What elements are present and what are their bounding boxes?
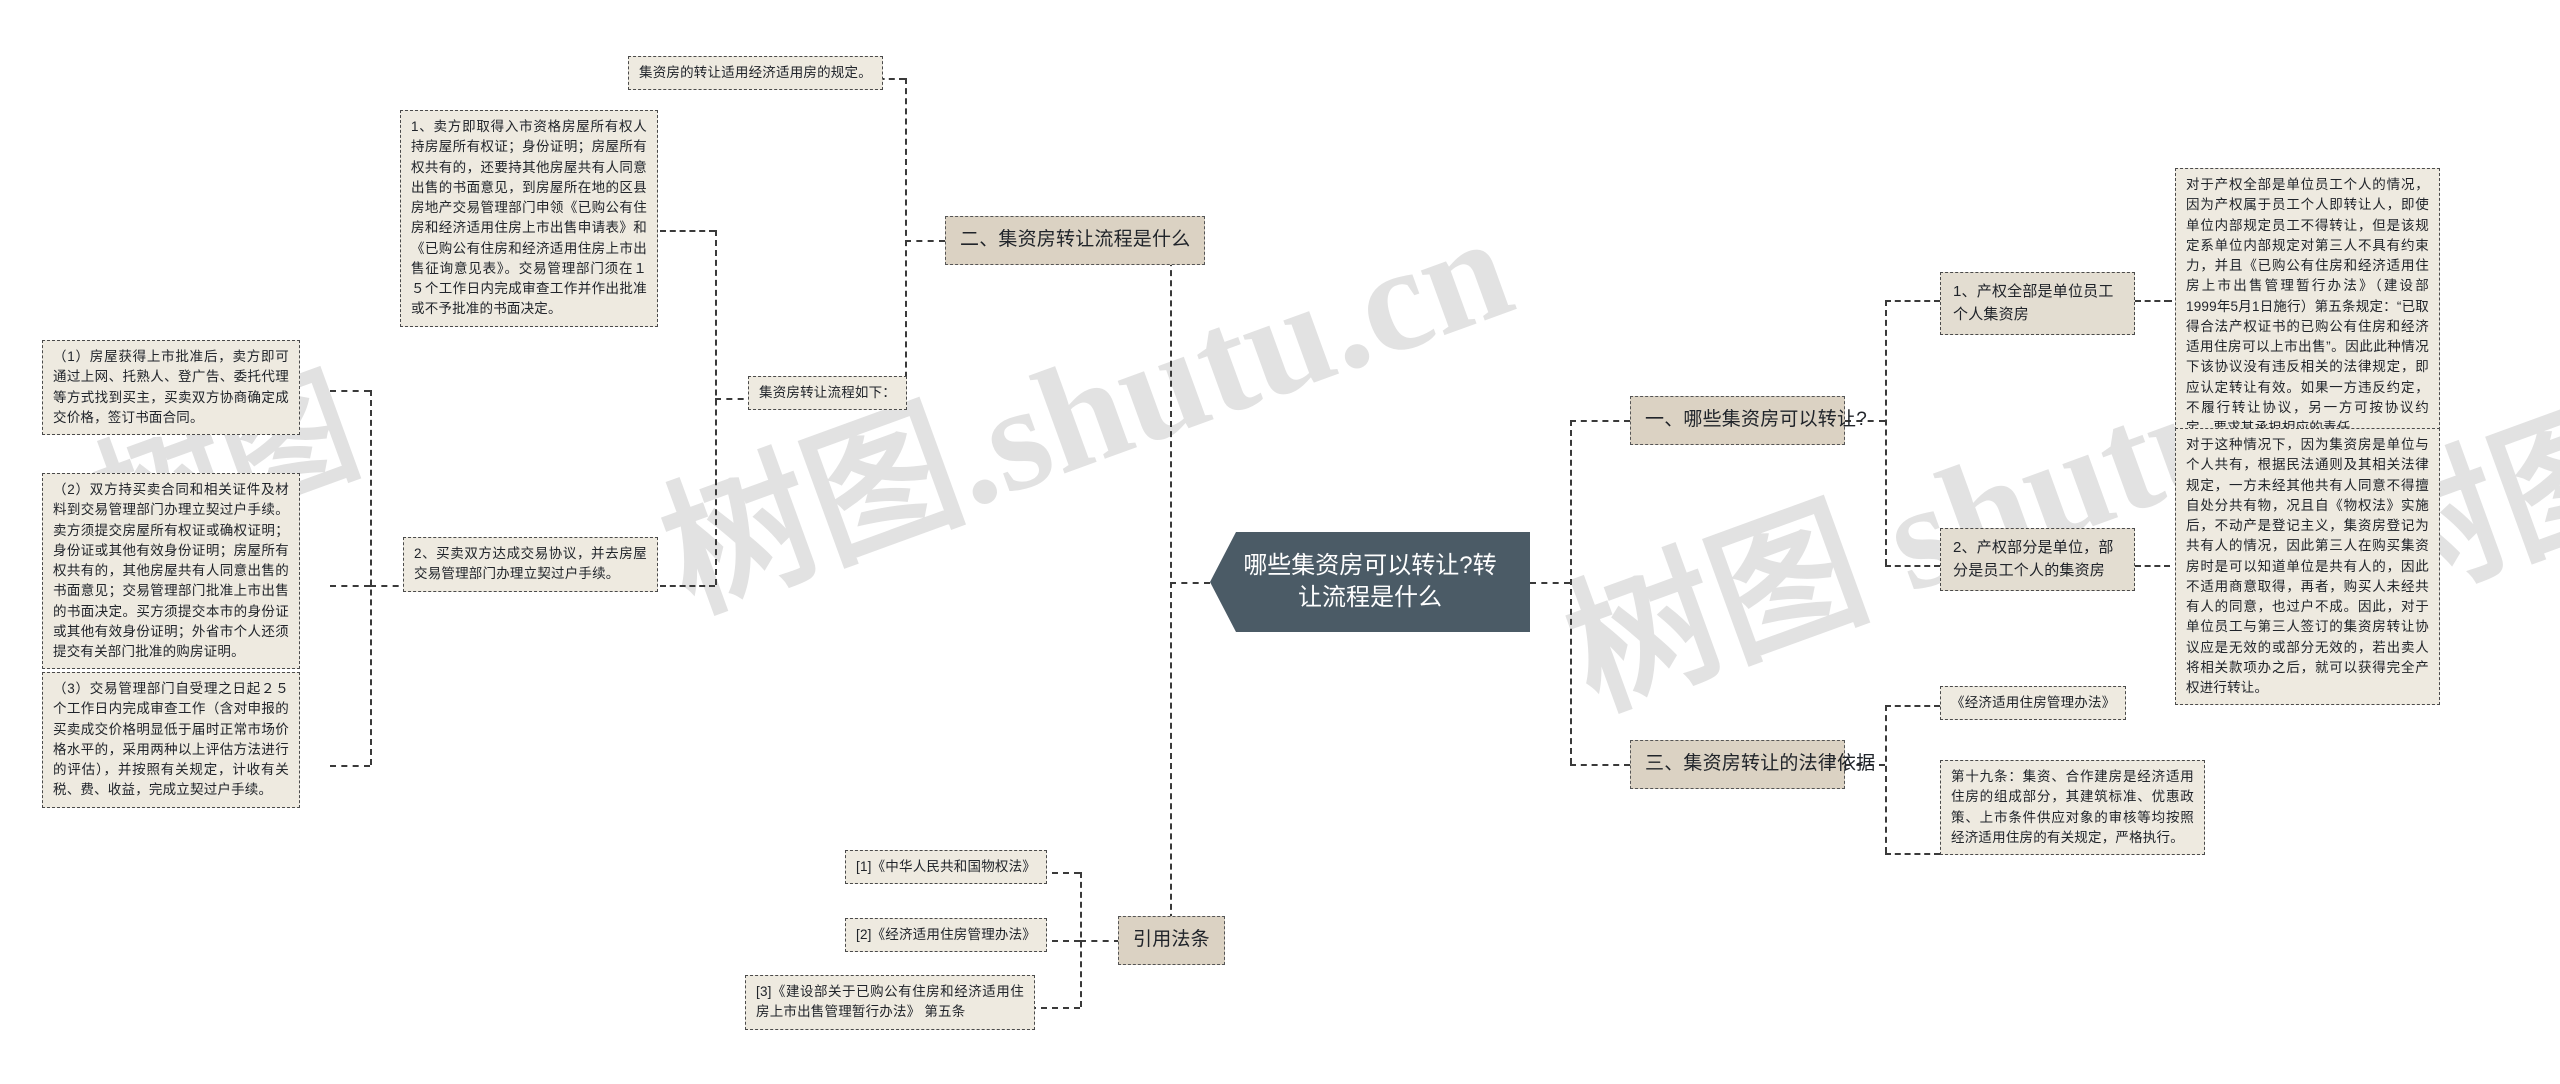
leaf-text: （3）交易管理部门自受理之日起２５个工作日内完成审查工作（含对申报的买卖成交价格… xyxy=(53,681,289,798)
subnode-right-1-1[interactable]: 1、产权全部是单位员工个人集资房 xyxy=(1940,272,2135,335)
leaf-text: 对于产权全部是单位员工个人的情况，因为产权属于员工个人即转让人，即使单位内部规定… xyxy=(2186,177,2429,435)
leaf-step-2-sub-3[interactable]: （3）交易管理部门自受理之日起２５个工作日内完成审查工作（含对申报的买卖成交价格… xyxy=(42,672,300,808)
leaf-text: 第十九条：集资、合作建房是经济适用住房的组成部分，其建筑标准、优惠政策、上市条件… xyxy=(1951,769,2194,845)
subnode-right-1-2[interactable]: 2、产权部分是单位，部分是员工个人的集资房 xyxy=(1940,528,2135,591)
branch-node-right-3[interactable]: 三、集资房转让的法律依据 xyxy=(1630,740,1875,789)
leaf-step-2[interactable]: 2、买卖双方达成交易协议，并去房屋交易管理部门办理立契过户手续。 xyxy=(403,537,658,592)
leaf-text: 集资房转让流程如下： xyxy=(759,385,896,400)
leaf-reference-1[interactable]: [1]《中华人民共和国物权法》 xyxy=(845,850,1048,885)
leaf-text: 1、卖方即取得入市资格房屋所有权人持房屋所有权证；身份证明；房屋所有权共有的，还… xyxy=(411,119,647,317)
leaf-step-1[interactable]: 1、卖方即取得入市资格房屋所有权人持房屋所有权证；身份证明；房屋所有权共有的，还… xyxy=(400,110,658,327)
root-label: 哪些集资房可以转让?转让流程是什么 xyxy=(1243,551,1497,611)
leaf-text: （2）双方持买卖合同和相关证件及材料到交易管理部门办理立契过户手续。卖方须提交房… xyxy=(53,482,289,659)
leaf-reference-2[interactable]: [2]《经济适用住房管理办法》 xyxy=(845,918,1048,953)
leaf-text: （1）房屋获得上市批准后，卖方即可通过上网、托熟人、登广告、委托代理等方式找到买… xyxy=(53,349,289,425)
branch-node-references[interactable]: 引用法条 xyxy=(1118,916,1225,965)
leaf-text: [2]《经济适用住房管理办法》 xyxy=(856,927,1037,942)
branch-node-left-2[interactable]: 二、集资房转让流程是什么 xyxy=(945,216,1206,265)
leaf-left-2-note[interactable]: 集资房的转让适用经济适用房的规定。 xyxy=(628,56,883,91)
leaf-text: 对于这种情况下，因为集资房是单位与个人共有，根据民法通则及其相关法律规定，一方未… xyxy=(2186,437,2429,695)
leaf-right-1-1-detail[interactable]: 对于产权全部是单位员工个人的情况，因为产权属于员工个人即转让人，即使单位内部规定… xyxy=(2175,168,2440,446)
subnode-label: 1、产权全部是单位员工个人集资房 xyxy=(1953,283,2114,323)
branch-label: 引用法条 xyxy=(1133,929,1210,950)
root-node[interactable]: 哪些集资房可以转让?转让流程是什么 xyxy=(1210,532,1530,632)
leaf-right-3-2[interactable]: 第十九条：集资、合作建房是经济适用住房的组成部分，其建筑标准、优惠政策、上市条件… xyxy=(1940,760,2205,855)
leaf-reference-3[interactable]: [3]《建设部关于已购公有住房和经济适用住房上市出售管理暂行办法》 第五条 xyxy=(745,975,1035,1030)
leaf-text: [1]《中华人民共和国物权法》 xyxy=(856,859,1037,874)
branch-node-right-1[interactable]: 一、哪些集资房可以转让? xyxy=(1630,396,1867,445)
leaf-text: 集资房的转让适用经济适用房的规定。 xyxy=(639,65,872,80)
leaf-step-2-sub-1[interactable]: （1）房屋获得上市批准后，卖方即可通过上网、托熟人、登广告、委托代理等方式找到买… xyxy=(42,340,300,435)
leaf-step-2-sub-2[interactable]: （2）双方持买卖合同和相关证件及材料到交易管理部门办理立契过户手续。卖方须提交房… xyxy=(42,473,300,670)
subnode-label: 2、产权部分是单位，部分是员工个人的集资房 xyxy=(1953,539,2114,579)
leaf-text: [3]《建设部关于已购公有住房和经济适用住房上市出售管理暂行办法》 第五条 xyxy=(756,984,1024,1020)
leaf-text: 2、买卖双方达成交易协议，并去房屋交易管理部门办理立契过户手续。 xyxy=(414,546,647,582)
watermark: 树图 shutu xyxy=(1547,345,2259,740)
branch-label: 二、集资房转让流程是什么 xyxy=(960,229,1191,250)
mindmap-canvas: 树图 树图.shutu.cn 树图 shutu 树图.shutu.c 哪些集资房… xyxy=(0,0,2560,1084)
branch-label: 一、哪些集资房可以转让? xyxy=(1645,409,1867,430)
leaf-right-1-2-detail[interactable]: 对于这种情况下，因为集资房是单位与个人共有，根据民法通则及其相关法律规定，一方未… xyxy=(2175,428,2440,706)
branch-label: 三、集资房转让的法律依据 xyxy=(1645,753,1876,774)
leaf-text: 《经济适用住房管理办法》 xyxy=(1951,695,2116,710)
node-flow-label[interactable]: 集资房转让流程如下： xyxy=(748,376,907,411)
leaf-right-3-1[interactable]: 《经济适用住房管理办法》 xyxy=(1940,686,2127,721)
